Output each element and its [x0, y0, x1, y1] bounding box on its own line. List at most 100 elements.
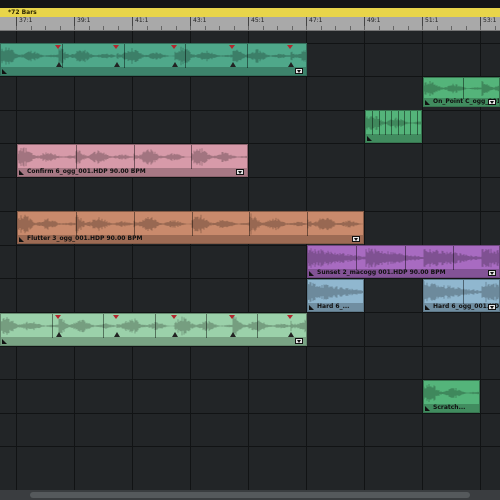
resize-corner-icon[interactable] — [2, 339, 7, 344]
waveform — [308, 248, 499, 268]
ruler-subtick — [205, 26, 206, 30]
ruler-subtick — [176, 26, 177, 30]
resize-corner-icon[interactable] — [425, 100, 430, 105]
ruler-subtick — [408, 26, 409, 30]
grid-bar-line — [190, 31, 191, 490]
loop-repeat-divider — [185, 44, 186, 68]
ruler-subtick — [480, 26, 481, 30]
ruler-subtick — [190, 26, 191, 30]
resize-corner-icon[interactable] — [367, 136, 372, 141]
ruler-subtick — [161, 26, 162, 30]
track-lane-divider — [0, 177, 500, 178]
ruler-subtick — [263, 26, 264, 30]
waveform — [308, 281, 363, 303]
ruler-subtick — [495, 26, 496, 30]
track-lane-divider — [0, 413, 500, 414]
ruler-subtick — [364, 26, 365, 30]
ruler-subtick — [451, 26, 452, 30]
ruler-subtick — [103, 26, 104, 30]
horizontal-scrollbar[interactable] — [0, 490, 500, 500]
resize-corner-icon[interactable] — [19, 237, 24, 242]
slice-marker-icon — [55, 45, 61, 49]
ruler-subtick — [277, 26, 278, 30]
clip-menu-icon[interactable] — [488, 99, 496, 105]
ruler-subtick — [219, 26, 220, 30]
loop-repeat-divider — [463, 78, 464, 99]
loop-repeat-divider — [385, 111, 386, 135]
resize-corner-icon[interactable] — [425, 305, 430, 310]
loop-repeat-divider — [76, 212, 77, 236]
ruler-subtick — [393, 26, 394, 30]
waveform — [1, 316, 306, 336]
clip-menu-icon[interactable] — [295, 68, 303, 74]
grid-bar-line — [16, 31, 17, 490]
clip-menu-icon[interactable] — [295, 338, 303, 344]
waveform — [1, 46, 306, 66]
resize-corner-icon[interactable] — [309, 271, 314, 276]
beat-marker-icon — [172, 62, 178, 67]
resize-corner-icon[interactable] — [425, 406, 430, 411]
resize-corner-icon[interactable] — [309, 305, 314, 310]
ruler-subtick — [60, 26, 61, 30]
resize-corner-icon[interactable] — [19, 170, 24, 175]
beat-marker-icon — [230, 332, 236, 337]
ruler-subtick — [118, 26, 119, 30]
loop-repeat-divider — [124, 44, 125, 68]
clip-menu-icon[interactable] — [488, 304, 496, 310]
ruler-subtick — [147, 26, 148, 30]
audio-clip-onpoint[interactable]: On_Point C_ogg_001.HDP — [423, 77, 500, 107]
loop-repeat-divider — [191, 145, 192, 169]
waveform — [18, 147, 247, 167]
beat-marker-icon — [114, 332, 120, 337]
waveform — [424, 81, 499, 96]
clip-menu-icon[interactable] — [488, 270, 496, 276]
audio-clip-green-loop[interactable] — [0, 313, 307, 346]
loop-repeat-divider — [76, 145, 77, 169]
ruler-subtick — [437, 26, 438, 30]
slice-marker-icon — [287, 45, 293, 49]
track-lane-divider — [0, 446, 500, 447]
clip-name: Scratch... — [433, 404, 466, 411]
slice-marker-icon — [113, 315, 119, 319]
loop-repeat-divider — [307, 212, 308, 236]
loop-repeat-divider — [417, 111, 418, 135]
loop-repeat-divider — [155, 314, 156, 338]
scrollbar-thumb[interactable] — [30, 492, 470, 498]
resize-corner-icon[interactable] — [2, 69, 7, 74]
audio-clip-flutter[interactable]: Flutter 3_ogg_001.HDP 90.00 BPM — [17, 211, 364, 244]
clip-footer — [366, 134, 421, 142]
clip-menu-icon[interactable] — [236, 169, 244, 175]
loop-repeat-divider — [398, 111, 399, 135]
audio-clip-stabs[interactable] — [365, 110, 422, 143]
beat-marker-icon — [288, 332, 294, 337]
ruler-subtick — [16, 26, 17, 30]
loop-repeat-divider — [453, 246, 454, 270]
slice-marker-icon — [55, 315, 61, 319]
clip-name: Sunset 2_macogg 001.HDP 90.00 BPM — [317, 269, 446, 276]
ruler-subtick — [74, 26, 75, 30]
loop-repeat-divider — [247, 44, 248, 68]
loop-repeat-divider — [206, 314, 207, 338]
audio-clip-teal-loop[interactable] — [0, 43, 307, 76]
loop-bar[interactable]: *72 Bars — [0, 8, 500, 17]
audio-clip-sunset[interactable]: Sunset 2_macogg 001.HDP 90.00 BPM — [307, 245, 500, 278]
clip-menu-icon[interactable] — [352, 236, 360, 242]
loop-repeat-divider — [52, 314, 53, 338]
loop-repeat-divider — [372, 111, 373, 135]
loop-repeat-divider — [405, 246, 406, 270]
ruler-subtick — [422, 26, 423, 30]
ruler-subtick — [132, 26, 133, 30]
audio-clip-scratch[interactable]: Scratch... — [423, 380, 480, 413]
timeline-ruler[interactable]: 37:1 39:1 41:1 43:1 45:1 47:1 49:1 51:1 … — [0, 17, 500, 31]
loop-repeat-divider — [404, 111, 405, 135]
ruler-subtick — [335, 26, 336, 30]
ruler-subtick — [379, 26, 380, 30]
audio-clip-hard-b[interactable]: Hard 6_ogg_001.HDP — [423, 279, 500, 312]
beat-marker-icon — [288, 62, 294, 67]
waveform — [366, 116, 421, 130]
slice-marker-icon — [171, 315, 177, 319]
loop-repeat-divider — [134, 212, 135, 236]
top-strip — [0, 0, 500, 8]
audio-clip-confirm[interactable]: Confirm 6_ogg_001.HDP 90.00 BPM — [17, 144, 248, 177]
audio-clip-hard-a[interactable]: Hard 6_... — [307, 279, 364, 312]
